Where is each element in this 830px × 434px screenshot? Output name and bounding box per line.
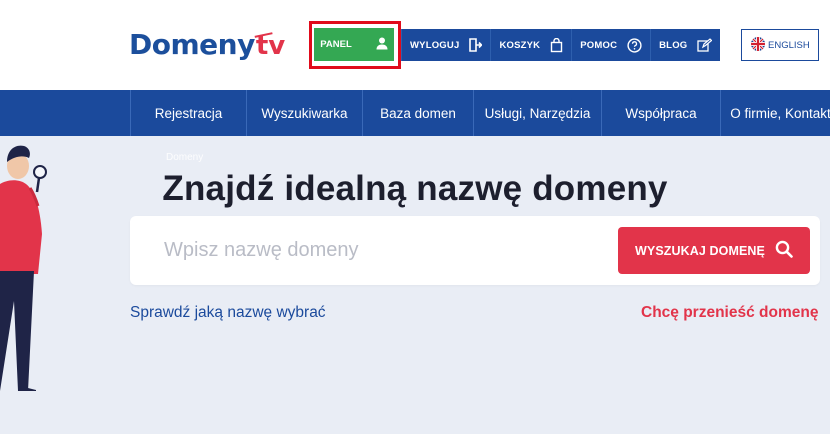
logout-link[interactable]: WYLOGUJ [401, 29, 491, 61]
blog-label: BLOG [659, 39, 688, 51]
page-title: Znajdź idealną nazwę domeny [162, 169, 668, 208]
uk-flag-icon [751, 36, 765, 54]
person-illustration [0, 145, 47, 391]
logout-icon [469, 38, 483, 52]
help-label: POMOC [580, 39, 618, 51]
nav-item-o-firmie[interactable]: O firmie, Kontakt [720, 90, 830, 136]
search-box: WYSZUKAJ DOMENĘ [130, 216, 820, 285]
nav-item-uslugi[interactable]: Usługi, Narzędzia [473, 90, 601, 136]
domain-search-input[interactable] [164, 216, 604, 285]
help-link[interactable]: POMOC [571, 29, 651, 61]
cart-icon [550, 37, 563, 53]
cart-link[interactable]: KOSZYK [490, 29, 572, 61]
search-icon [775, 240, 793, 261]
logo-text: Domeny [129, 28, 255, 61]
logout-label: WYLOGUJ [410, 39, 460, 51]
language-switch[interactable]: ENGLISH [741, 29, 819, 61]
domain-name-tips-link[interactable]: Sprawdź jaką nazwę wybrać [130, 304, 326, 322]
search-domain-button[interactable]: WYSZUKAJ DOMENĘ [618, 227, 810, 274]
hero-section: Domeny Znajdź idealną nazwę domeny WYSZU… [0, 136, 830, 434]
nav-item-wspolpraca[interactable]: Współpraca [601, 90, 720, 136]
edit-icon [697, 38, 713, 52]
blog-link[interactable]: BLOG [650, 29, 721, 61]
search-button-label: WYSZUKAJ DOMENĘ [635, 243, 765, 258]
nav-item-rejestracja[interactable]: Rejestracja [130, 90, 246, 136]
breadcrumb[interactable]: Domeny [166, 152, 203, 163]
nav-item-wyszukiwarka[interactable]: Wyszukiwarka [246, 90, 362, 136]
panel-highlight-box [309, 21, 401, 69]
cart-label: KOSZYK [499, 39, 541, 51]
help-icon [627, 37, 642, 53]
language-label: ENGLISH [768, 39, 810, 51]
nav-item-baza-domen[interactable]: Baza domen [362, 90, 473, 136]
header: Domeny tv WYLOGUJ KOSZYK POMOC BLOG PANE… [0, 0, 830, 90]
transfer-domain-link[interactable]: Chcę przenieść domenę [641, 304, 818, 322]
main-navigation: Rejestracja Wyszukiwarka Baza domen Usłu… [0, 90, 830, 136]
